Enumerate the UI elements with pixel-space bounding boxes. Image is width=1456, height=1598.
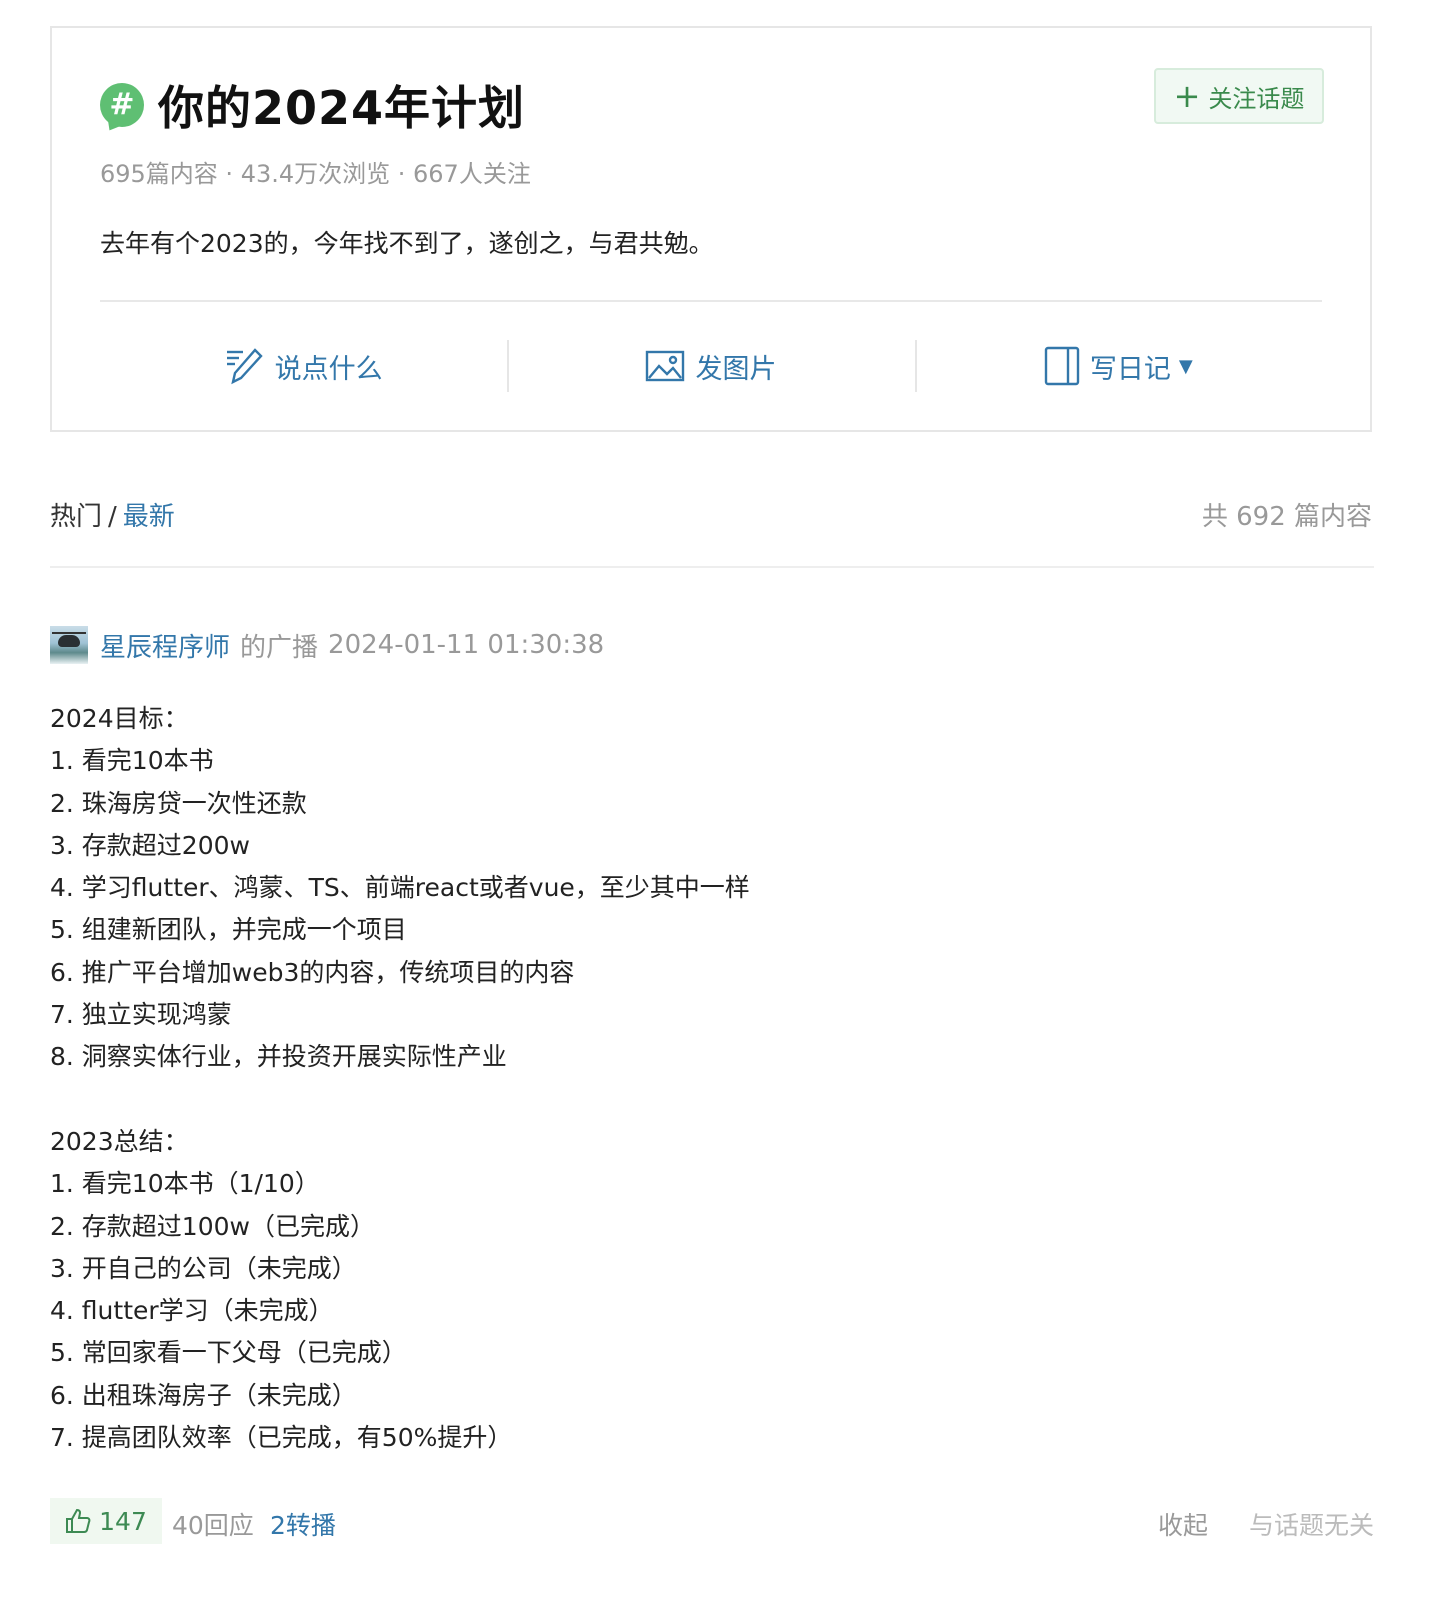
feed-tabs: 热门 / 最新 [50,496,175,533]
collapse-link[interactable]: 收起 [1158,1506,1208,1542]
post-line: 5. 常回家看一下父母（已完成） [50,1338,407,1368]
reposts-link[interactable]: 2转播 [270,1506,336,1542]
author-link[interactable]: 星辰程序师 [100,627,230,664]
tab-hot[interactable]: 热门 [50,502,102,532]
post-action-bar: 说点什么 发图片 写日记 ▼ [100,340,1322,392]
hashtag-icon: # [100,83,144,127]
topic-stats: 695篇内容 · 43.4万次浏览 · 667人关注 [100,160,531,188]
pencil-icon [226,348,263,385]
follow-topic-button[interactable]: + 关注话题 [1154,68,1324,124]
post-image-label: 发图片 [695,353,777,385]
post-line [50,1079,1370,1121]
caret-down-icon: ▼ [1178,355,1193,377]
say-something-button[interactable]: 说点什么 [100,340,507,392]
follow-topic-label: 关注话题 [1208,84,1305,113]
post-footer: 147 40回应 2转播 收起 与话题无关 [50,1498,1374,1544]
feed-count: 共 692 篇内容 [1201,502,1372,532]
tab-separator: / [108,502,117,532]
post-line: 2024目标： [50,704,189,733]
like-button[interactable]: 147 [50,1498,162,1544]
post-line: 5. 组建新团队，并完成一个项目 [50,915,407,945]
topic-card: # 你的2024年计划 + 关注话题 695篇内容 · 43.4万次浏览 · 6… [50,26,1372,432]
post-line: 1. 看完10本书（1/10） [50,1169,320,1199]
report-irrelevant-link[interactable]: 与话题无关 [1249,1506,1374,1542]
write-diary-label: 写日记 [1089,353,1171,385]
post-line: 7. 独立实现鸿蒙 [50,1000,232,1030]
post-body: 2024目标： 1. 看完10本书 2. 珠海房贷一次性还款 3. 存款超过200w 4… [50,698,1370,1459]
post-line: 4. flutter学习（未完成） [50,1296,334,1326]
replies-link[interactable]: 40回应 [172,1506,254,1542]
post-line: 6. 出租珠海房子（未完成） [50,1380,357,1410]
write-diary-button[interactable]: 写日记 ▼ [914,340,1322,392]
post-line: 3. 存款超过200w [50,830,250,860]
post-header: 星辰程序师 的广播 2024-01-11 01:30:38 [50,626,604,664]
tab-latest[interactable]: 最新 [123,502,175,532]
image-icon [646,350,685,382]
avatar[interactable] [50,626,88,664]
say-something-label: 说点什么 [274,353,383,385]
post-line: 2. 存款超过100w（已完成） [50,1211,375,1241]
topic-description: 去年有个2023的，今年找不到了，遂创之，与君共勉。 [100,229,714,258]
post-line: 7. 提高团队效率（已完成，有50%提升） [50,1423,513,1453]
plus-icon: + [1173,77,1201,115]
post-line: 8. 洞察实体行业，并投资开展实际性产业 [50,1042,507,1072]
avatar-helicopter [58,635,80,647]
post-line: 6. 推广平台增加web3的内容，传统项目的内容 [50,957,575,987]
divider [100,300,1322,302]
post-timestamp: 2024-01-11 01:30:38 [328,630,605,660]
topic-header: # 你的2024年计划 [100,72,525,138]
like-count: 147 [99,1506,147,1536]
thumbs-up-icon [66,1508,91,1533]
post-line: 4. 学习flutter、鸿蒙、TS、前端react或者vue，至少其中一样 [50,873,750,903]
post-line: 2023总结： [50,1126,189,1156]
post-line: 2. 珠海房贷一次性还款 [50,788,307,818]
post-image-button[interactable]: 发图片 [507,340,914,392]
avatar-rotor [52,632,86,634]
divider [50,566,1374,568]
post-line: 1. 看完10本书 [50,746,214,776]
topic-title: 你的2024年计划 [158,81,526,135]
post-line: 3. 开自己的公司（未完成） [50,1253,357,1283]
book-icon [1044,346,1080,386]
post-kind: 的广播 [240,632,319,663]
